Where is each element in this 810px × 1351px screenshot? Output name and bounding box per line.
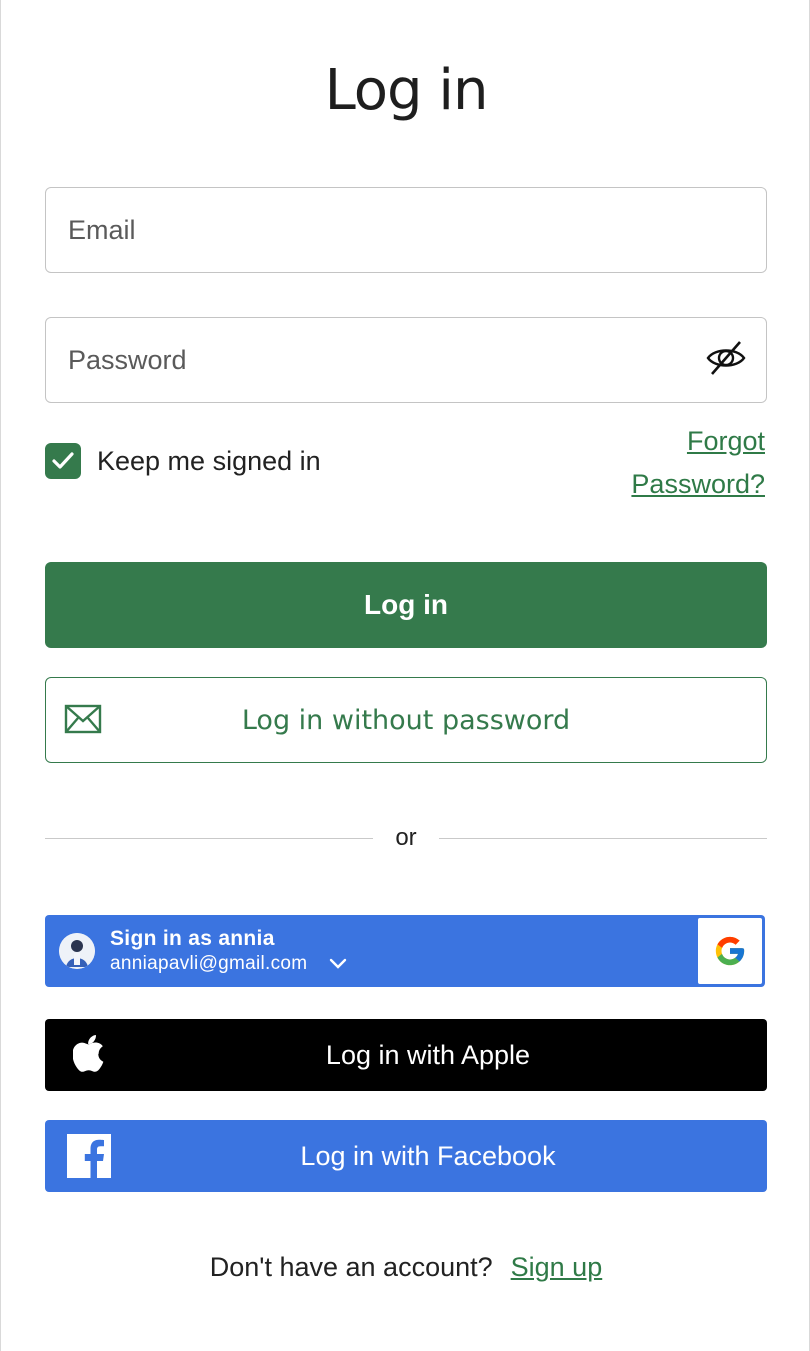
chevron-down-icon[interactable] bbox=[329, 957, 347, 969]
facebook-login-label: Log in with Facebook bbox=[300, 1140, 556, 1171]
google-account-email: anniapavli@gmail.com bbox=[110, 953, 308, 974]
avatar bbox=[59, 933, 95, 969]
page-title: Log in bbox=[324, 58, 489, 123]
forgot-password-line-1[interactable]: Forgot bbox=[565, 420, 765, 463]
keep-signed-in-checkbox[interactable] bbox=[45, 443, 81, 479]
forgot-password-line-2[interactable]: Password? bbox=[565, 463, 765, 506]
apple-logo-icon bbox=[72, 1035, 107, 1075]
password-field[interactable] bbox=[45, 317, 767, 403]
email-field[interactable] bbox=[45, 187, 767, 273]
forgot-password-link[interactable]: Forgot Password? bbox=[565, 420, 765, 506]
password-input[interactable] bbox=[46, 318, 766, 402]
login-button[interactable]: Log in bbox=[45, 562, 767, 648]
login-without-password-button[interactable]: Log in without password bbox=[45, 677, 767, 763]
signup-link[interactable]: Sign up bbox=[511, 1252, 603, 1282]
email-input[interactable] bbox=[46, 188, 766, 272]
keep-signed-in[interactable]: Keep me signed in bbox=[45, 443, 321, 479]
divider-right bbox=[439, 838, 767, 839]
signup-prompt-text: Don't have an account? bbox=[209, 1252, 493, 1282]
facebook-login-button[interactable]: Log in with Facebook bbox=[45, 1120, 767, 1192]
keep-signed-in-label: Keep me signed in bbox=[97, 445, 321, 476]
login-without-password-label: Log in without password bbox=[241, 704, 571, 736]
google-signin-button[interactable]: Sign in as annia anniapavli@gmail.com bbox=[45, 915, 765, 987]
apple-login-button[interactable]: Log in with Apple bbox=[45, 1019, 767, 1091]
login-panel: Log in Keep me signed in Forgot Password… bbox=[0, 0, 810, 1351]
apple-login-label: Log in with Apple bbox=[325, 1039, 531, 1070]
google-logo-icon bbox=[698, 918, 762, 984]
eye-slash-icon[interactable] bbox=[706, 338, 746, 378]
google-account-name: Sign in as annia bbox=[110, 927, 275, 950]
checkmark-icon bbox=[52, 452, 74, 469]
facebook-logo-icon bbox=[67, 1134, 111, 1178]
envelope-icon bbox=[64, 704, 102, 734]
signup-prompt: Don't have an account? Sign up bbox=[1, 1252, 810, 1283]
